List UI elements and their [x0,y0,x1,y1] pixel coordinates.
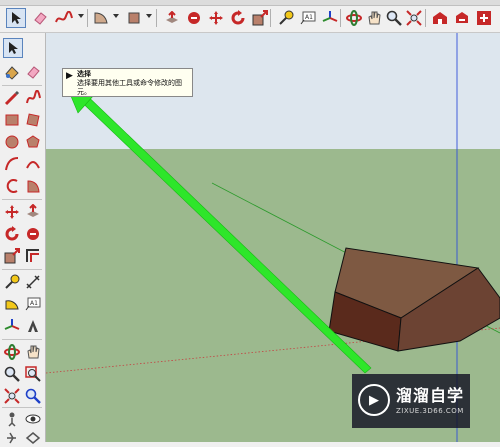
arc-dropdown[interactable] [113,14,119,18]
share-icon[interactable] [452,8,472,28]
scale-icon[interactable] [3,247,21,265]
eraser-icon[interactable] [30,8,50,28]
orbit-icon[interactable] [344,8,364,28]
3dtext-icon[interactable] [24,317,42,335]
warehouse-icon[interactable] [430,8,450,28]
shape-dropdown[interactable] [146,14,152,18]
zoom-extents-icon[interactable] [3,387,21,405]
separator [2,269,42,270]
arc-3pt-icon[interactable] [3,177,21,195]
pan-icon[interactable] [24,343,42,361]
select-tooltip: ▶ 选择 选择要用其他工具或命令修改的图元。 [62,68,193,97]
play-logo-icon: ▶ [358,384,390,416]
previous-view-icon[interactable] [24,387,42,405]
arc-icon[interactable] [91,8,111,28]
toolbar-top-strip [0,0,500,6]
arc-2pt-icon[interactable] [24,155,42,173]
protractor-icon[interactable] [3,295,21,313]
separator [156,9,157,27]
extension-icon[interactable] [474,8,494,28]
section-icon[interactable] [24,429,42,447]
eraser-icon[interactable] [24,63,42,81]
svg-text:A1: A1 [305,14,313,21]
tooltip-description: 选择要用其他工具或命令修改的图元。 [77,79,182,96]
circle-icon[interactable] [3,133,21,151]
tool-sidebar: A1 [0,33,46,444]
freehand-icon[interactable] [54,8,74,28]
polygon-icon[interactable] [24,133,42,151]
orbit-icon[interactable] [3,343,21,361]
pan-icon[interactable] [364,8,384,28]
separator [2,339,42,340]
main-toolbar: A1 [0,0,500,33]
arc-icon[interactable] [3,155,21,173]
watermark-subtitle: ZIXUE.3D66.COM [396,407,464,415]
freehand-icon[interactable] [24,89,42,107]
watermark-badge: ▶ 溜溜自学 ZIXUE.3D66.COM [352,374,470,428]
rectangle-icon[interactable] [3,111,21,129]
move-icon[interactable] [206,8,226,28]
follow-me-icon[interactable] [184,8,204,28]
dimension-icon[interactable] [24,273,42,291]
paint-icon[interactable] [3,63,21,81]
push-pull-icon[interactable] [162,8,182,28]
text-icon[interactable]: A1 [24,295,42,313]
zoom-icon[interactable] [3,365,21,383]
cursor-arrow-icon: ▶ [66,71,73,81]
text-icon[interactable]: A1 [298,8,318,28]
rotated-rect-icon[interactable] [24,111,42,129]
watermark-title: 溜溜自学 [396,386,465,405]
separator [87,9,88,27]
rotate-icon[interactable] [228,8,248,28]
walk-icon[interactable] [3,429,21,447]
move-icon[interactable] [3,203,21,221]
pie-icon[interactable] [24,177,42,195]
zoom-window-icon[interactable] [24,365,42,383]
offset-icon[interactable] [24,247,42,265]
tape-icon[interactable] [276,8,296,28]
zoom-extents-icon[interactable] [404,8,424,28]
axes-icon[interactable] [320,8,340,28]
look-around-icon[interactable] [24,410,42,428]
freehand-dropdown[interactable] [78,14,84,18]
separator [425,9,426,27]
zoom-icon[interactable] [384,8,404,28]
shape-icon[interactable] [124,8,144,28]
select-icon[interactable] [3,38,23,58]
separator [2,407,42,408]
axes-icon[interactable] [3,317,21,335]
position-camera-icon[interactable] [3,410,21,428]
tooltip-title: 选择 [77,70,91,78]
separator [2,85,42,86]
select-icon[interactable] [6,8,26,28]
separator [270,9,271,27]
scale-icon[interactable] [250,8,270,28]
pencil-icon[interactable] [3,89,21,107]
rotate-icon[interactable] [3,225,21,243]
tape-icon[interactable] [3,273,21,291]
separator [2,199,42,200]
separator [340,9,341,27]
follow-me-icon[interactable] [24,225,42,243]
svg-text:A1: A1 [30,300,38,307]
push-pull-icon[interactable] [24,203,42,221]
